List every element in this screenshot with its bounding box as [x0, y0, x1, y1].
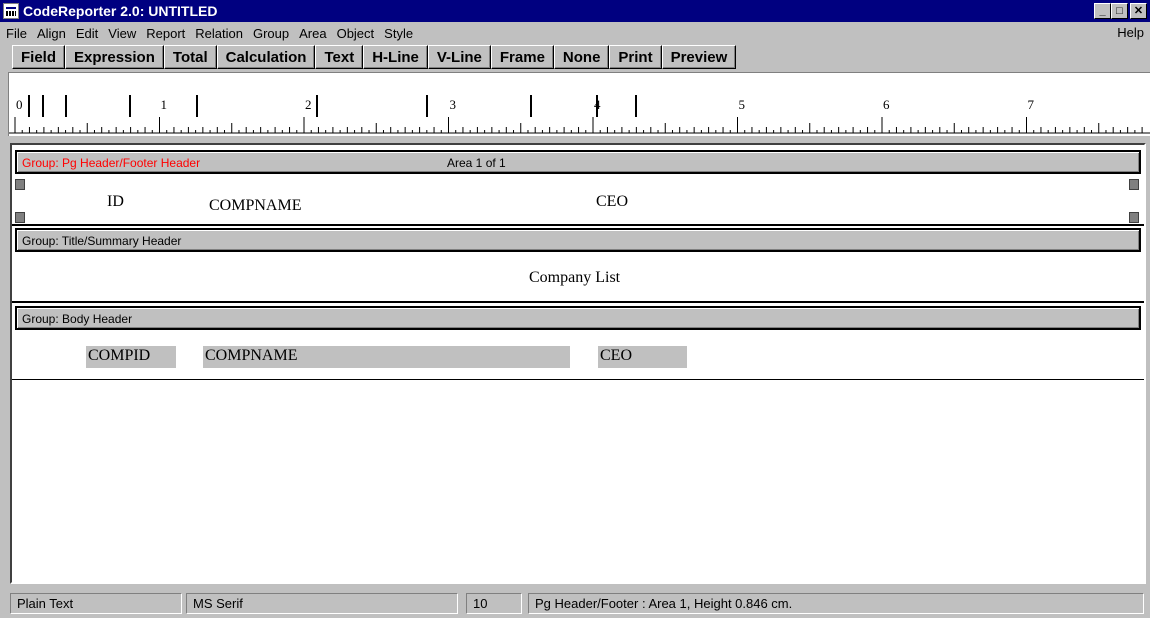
field-button[interactable]: Field: [12, 45, 66, 69]
page-header-field-compname[interactable]: COMPNAME: [209, 197, 301, 215]
title-summary-group-bar[interactable]: Group: Title/Summary Header: [15, 228, 1141, 252]
body-field-compname[interactable]: COMPNAME: [203, 346, 570, 368]
ruler-label-2: 2: [305, 97, 312, 112]
body-group-label: Group: Body Header: [22, 312, 133, 326]
ruler-label-3: 3: [450, 97, 457, 112]
band-separator: [12, 379, 1144, 380]
page-header-group-label: Group: Pg Header/Footer Header: [22, 156, 201, 170]
band-separator: [12, 301, 1144, 303]
text-button[interactable]: Text: [315, 45, 364, 69]
menu-file[interactable]: File: [0, 26, 32, 41]
menu-area[interactable]: Area: [294, 26, 331, 41]
frame-button[interactable]: Frame: [490, 45, 554, 69]
ruler-label-1: 1: [161, 97, 168, 112]
app-icon[interactable]: [3, 3, 19, 19]
calculation-button[interactable]: Calculation: [216, 45, 316, 69]
menu-style[interactable]: Style: [379, 26, 418, 41]
status-bar: Plain Text MS Serif 10 Pg Header/Footer …: [0, 591, 1150, 615]
resize-handle-top-left[interactable]: [15, 179, 25, 190]
preview-button[interactable]: Preview: [661, 45, 737, 69]
v-line-button[interactable]: V-Line: [427, 45, 491, 69]
body-field-compid[interactable]: COMPID: [86, 346, 176, 368]
ruler-label-0: 0: [16, 97, 23, 112]
expression-button[interactable]: Expression: [65, 45, 164, 69]
window-title: CodeReporter 2.0: UNTITLED: [23, 3, 218, 19]
menu-help[interactable]: Help: [1117, 25, 1144, 40]
close-button[interactable]: ✕: [1130, 3, 1147, 19]
resize-handle-bottom-left[interactable]: [15, 212, 25, 223]
minimize-button[interactable]: _: [1094, 3, 1111, 19]
menu-report[interactable]: Report: [141, 26, 190, 41]
menu-bar: File Align Edit View Report Relation Gro…: [0, 22, 1150, 44]
menu-relation[interactable]: Relation: [190, 26, 248, 41]
page-header-group-bar[interactable]: Group: Pg Header/Footer Header Area 1 of…: [15, 150, 1141, 174]
h-line-button[interactable]: H-Line: [363, 45, 428, 69]
status-font[interactable]: MS Serif: [186, 593, 458, 614]
title-bar: CodeReporter 2.0: UNTITLED _ □ ✕: [0, 0, 1150, 22]
report-canvas[interactable]: Group: Pg Header/Footer Header Area 1 of…: [10, 143, 1146, 584]
menu-edit[interactable]: Edit: [71, 26, 103, 41]
band-separator: [12, 224, 1144, 226]
horizontal-ruler[interactable]: 0 1 2 3 4 5 6 7 8: [8, 72, 1150, 136]
menu-object[interactable]: Object: [332, 26, 380, 41]
page-header-field-ceo[interactable]: CEO: [596, 193, 628, 211]
none-button[interactable]: None: [553, 45, 610, 69]
ruler-label-4: 4: [594, 97, 601, 112]
body-group-bar[interactable]: Group: Body Header: [15, 306, 1141, 330]
toolbar: Field Expression Total Calculation Text …: [12, 45, 737, 69]
print-button[interactable]: Print: [609, 45, 662, 69]
maximize-button[interactable]: □: [1111, 3, 1128, 19]
body-field-ceo[interactable]: CEO: [598, 346, 687, 368]
resize-handle-top-right[interactable]: [1129, 179, 1139, 190]
page-header-field-id[interactable]: ID: [107, 193, 124, 211]
status-text-style[interactable]: Plain Text: [10, 593, 182, 614]
menu-group[interactable]: Group: [248, 26, 294, 41]
ruler-label-6: 6: [883, 97, 890, 112]
total-button[interactable]: Total: [163, 45, 217, 69]
menu-view[interactable]: View: [103, 26, 141, 41]
status-font-size[interactable]: 10: [466, 593, 522, 614]
menu-align[interactable]: Align: [32, 26, 71, 41]
status-info: Pg Header/Footer : Area 1, Height 0.846 …: [528, 593, 1144, 614]
window-controls: _ □ ✕: [1094, 3, 1147, 19]
resize-handle-bottom-right[interactable]: [1129, 212, 1139, 223]
title-summary-group-label: Group: Title/Summary Header: [22, 234, 182, 248]
area-label: Area 1 of 1: [447, 156, 506, 170]
ruler-label-5: 5: [739, 97, 746, 112]
ruler-label-7: 7: [1028, 97, 1035, 112]
ruler-scale: 0 1 2 3 4 5 6 7 8: [9, 95, 1150, 134]
report-title-text[interactable]: Company List: [529, 269, 620, 287]
